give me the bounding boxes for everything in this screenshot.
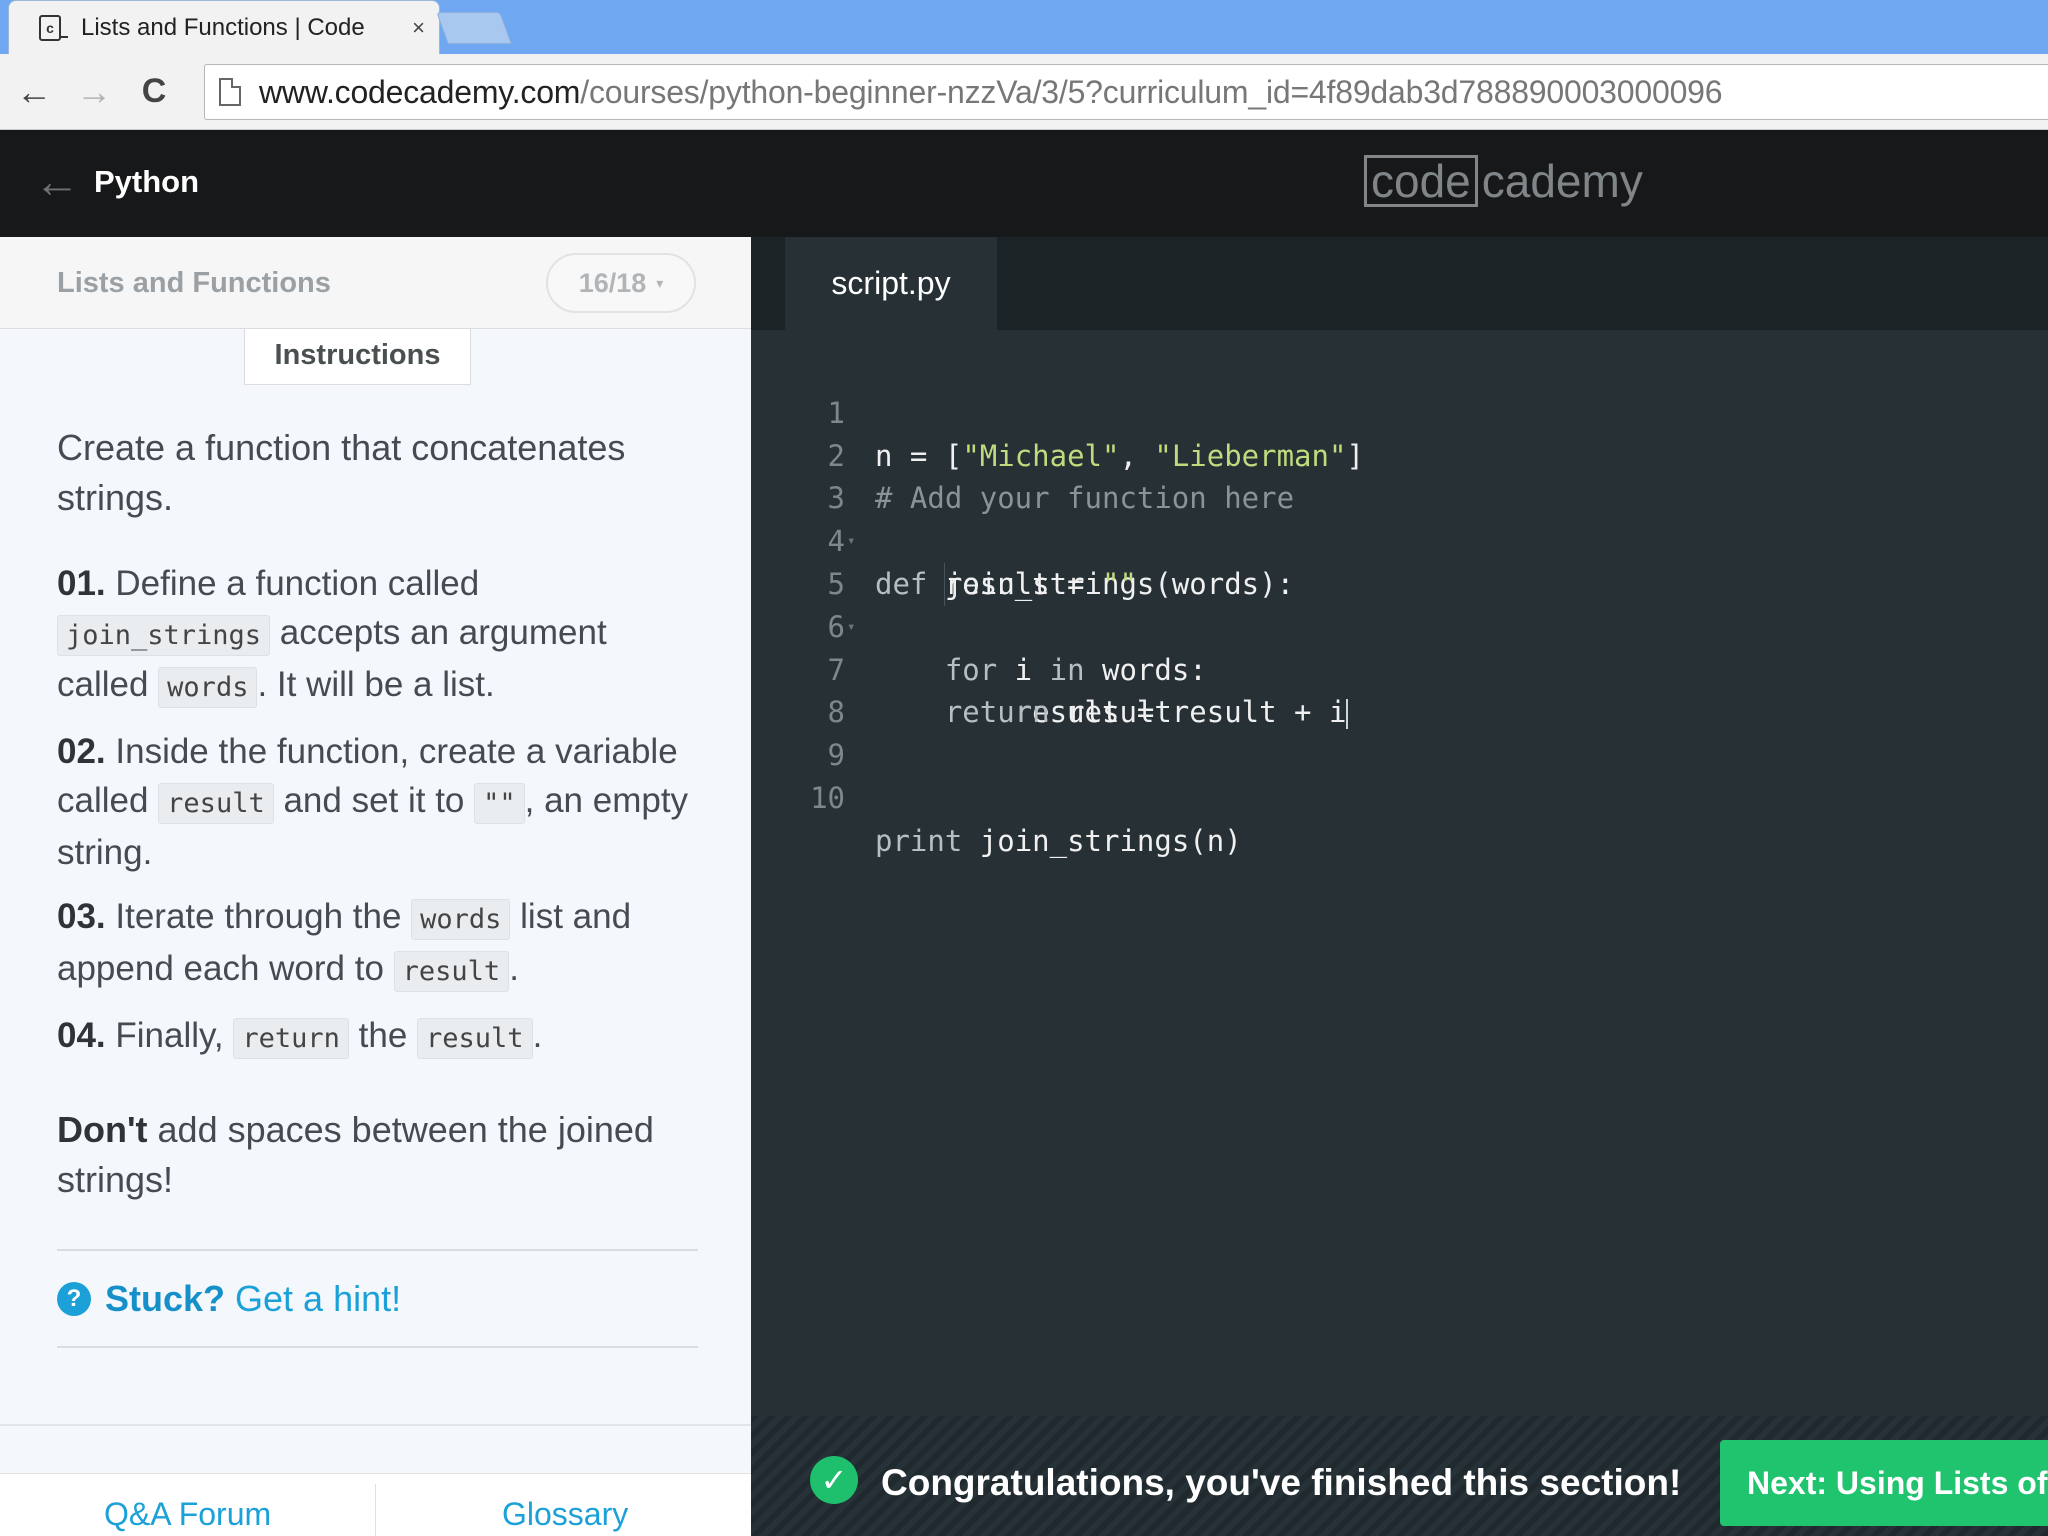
lesson-footer: Q&A Forum Glossary: [0, 1473, 751, 1536]
code-line: 7 return result: [751, 606, 2048, 730]
step-number: 02.: [57, 732, 106, 771]
instructions-body: Create a function that concatenates stri…: [57, 423, 698, 1348]
step-text: .: [532, 1016, 543, 1055]
note-emphasis: Don't: [57, 1109, 148, 1150]
browser-toolbar: ← → C www.codecademy.com/courses/python-…: [0, 54, 2048, 130]
inline-code: "": [474, 783, 525, 824]
codecademy-logo[interactable]: code cademy: [1364, 154, 1643, 208]
codecademy-favicon-icon: c: [39, 14, 68, 41]
course-title[interactable]: Python: [94, 164, 199, 200]
inline-code: result: [417, 1018, 533, 1059]
inline-code: words: [411, 899, 511, 940]
instruction-step: 04. Finally, return the result.: [57, 1011, 697, 1063]
code-line: 10 print join_strings(n): [751, 734, 2048, 858]
inline-code: return: [233, 1018, 349, 1059]
chevron-down-icon: ▾: [656, 274, 664, 291]
inline-code: words: [158, 667, 258, 708]
back-arrow-icon[interactable]: ←: [8, 66, 60, 118]
tab-title: Lists and Functions | Code: [81, 13, 365, 41]
divider: [375, 1484, 376, 1536]
hint-row[interactable]: ? Stuck? Get a hint!: [57, 1251, 697, 1346]
inline-code: result: [393, 951, 510, 992]
qa-forum-link[interactable]: Q&A Forum: [104, 1496, 271, 1533]
step-text: . It will be a list.: [257, 665, 495, 704]
divider: [57, 1346, 698, 1348]
congrats-bar: ✓ Congratulations, you've finished this …: [751, 1416, 2048, 1536]
instruction-step: 02. Inside the function, create a variab…: [57, 727, 697, 877]
progress-dropdown[interactable]: 16/18 ▾: [546, 253, 696, 313]
step-text: Define a function called: [105, 564, 480, 603]
inline-code: result: [158, 783, 274, 824]
lesson-title: Lists and Functions: [57, 267, 331, 299]
code-line: 4 result = "": [751, 477, 2048, 601]
editor-tab-bar: script.py: [751, 237, 2048, 330]
line-number: 10: [810, 780, 845, 815]
url-path: /courses/python-beginner-nzzVa/3/5?curri…: [580, 73, 1723, 110]
congrats-message: Congratulations, you've finished this se…: [881, 1462, 1682, 1503]
instruction-step: 03. Iterate through the words list and a…: [57, 892, 697, 996]
back-to-course-icon[interactable]: ←: [34, 158, 80, 204]
browser-tab[interactable]: c Lists and Functions | Code ×: [8, 0, 440, 54]
instructions-note: Don't add spaces between the joined stri…: [57, 1105, 697, 1205]
step-text: and set it to: [273, 781, 475, 820]
step-text: the: [348, 1016, 418, 1055]
lesson-header: Lists and Functions 16/18 ▾: [0, 237, 751, 329]
code-line: 8: [751, 649, 2048, 729]
code-line: 2 # Add your function here: [751, 392, 2048, 516]
code-token: join_strings(n): [962, 823, 1242, 858]
new-tab-button[interactable]: [436, 12, 512, 44]
divider: [0, 1424, 751, 1426]
url-host: www.codecademy.com: [259, 73, 581, 110]
indent-guide: [944, 562, 945, 606]
progress-count: 16/18: [578, 267, 647, 298]
app-header: ← Python code cademy: [0, 130, 2048, 237]
step-number: 01.: [57, 564, 106, 603]
code-area[interactable]: 1 n = ["Michael", "Lieberman"] 2 # Add y…: [751, 349, 2048, 858]
instructions-intro: Create a function that concatenates stri…: [57, 427, 626, 518]
checkmark-icon: ✓: [810, 1456, 858, 1504]
code-line: 6 result = result + i: [751, 562, 2048, 730]
inline-code: join_strings: [57, 615, 271, 656]
stuck-label[interactable]: Stuck?: [105, 1278, 225, 1320]
glossary-link[interactable]: Glossary: [502, 1496, 628, 1533]
step-number: 03.: [57, 897, 106, 936]
code-keyword: print: [875, 823, 963, 858]
tab-instructions[interactable]: Instructions: [244, 329, 471, 385]
code-text: print join_strings(n): [875, 820, 1242, 863]
step-text: Finally,: [105, 1016, 234, 1055]
step-text: .: [509, 949, 519, 988]
code-line: 9: [751, 691, 2048, 772]
reload-icon[interactable]: C: [128, 66, 180, 118]
url-text: www.codecademy.com/courses/python-beginn…: [259, 73, 1723, 111]
code-editor: script.py 1 n = ["Michael", "Lieberman"]…: [751, 237, 2048, 1536]
code-line: 3 ▾ def join_strings(words):: [751, 435, 2048, 601]
tab-close-icon[interactable]: ×: [412, 15, 425, 41]
help-icon: ?: [57, 1281, 91, 1316]
browser-tab-bar: c Lists and Functions | Code ×: [0, 0, 2048, 54]
lesson-panel: Lists and Functions 16/18 ▾ Instructions…: [0, 237, 751, 1536]
address-bar[interactable]: www.codecademy.com/courses/python-beginn…: [204, 64, 2048, 120]
code-line: 1 n = ["Michael", "Lieberman"]: [751, 349, 2048, 473]
next-lesson-button[interactable]: Next: Using Lists of Lists in Functions: [1720, 1440, 2048, 1526]
logo-cademy: cademy: [1481, 155, 1643, 207]
tab-script-py[interactable]: script.py: [785, 237, 997, 330]
code-line: 5 ▾ for i in words:: [751, 520, 2048, 687]
instruction-step: 01. Define a function called join_string…: [57, 559, 697, 712]
logo-code: code: [1364, 155, 1478, 207]
forward-arrow-icon[interactable]: →: [68, 66, 120, 118]
step-number: 04.: [57, 1016, 106, 1055]
get-hint-link[interactable]: Get a hint!: [235, 1278, 401, 1320]
page-icon: [219, 78, 241, 106]
step-text: Iterate through the: [105, 897, 412, 936]
